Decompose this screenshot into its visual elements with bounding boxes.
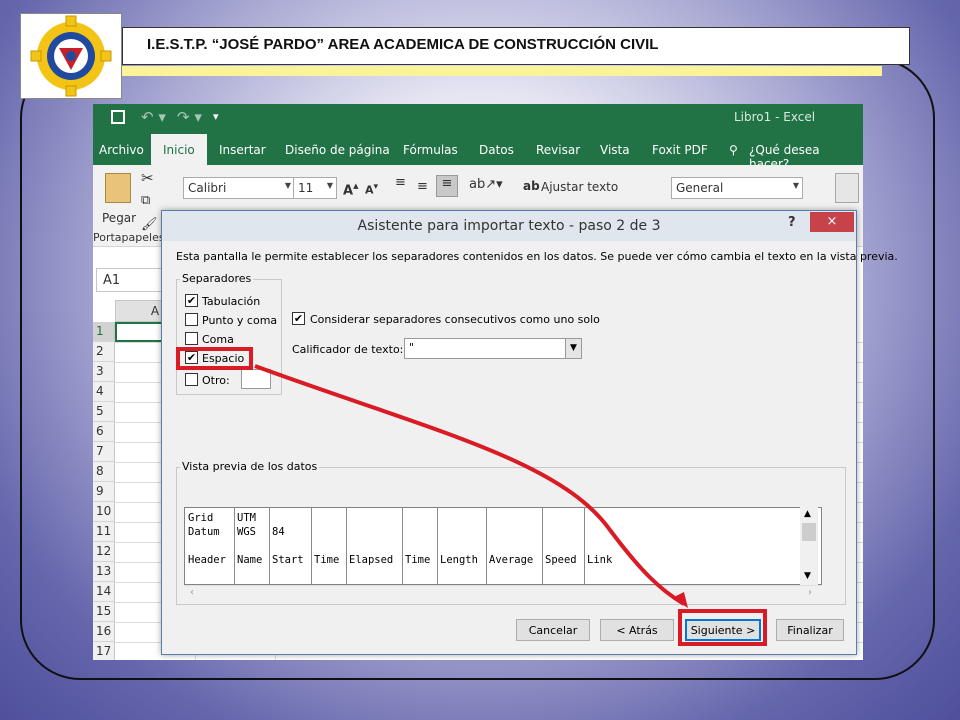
annotation-arrow: [254, 364, 688, 608]
